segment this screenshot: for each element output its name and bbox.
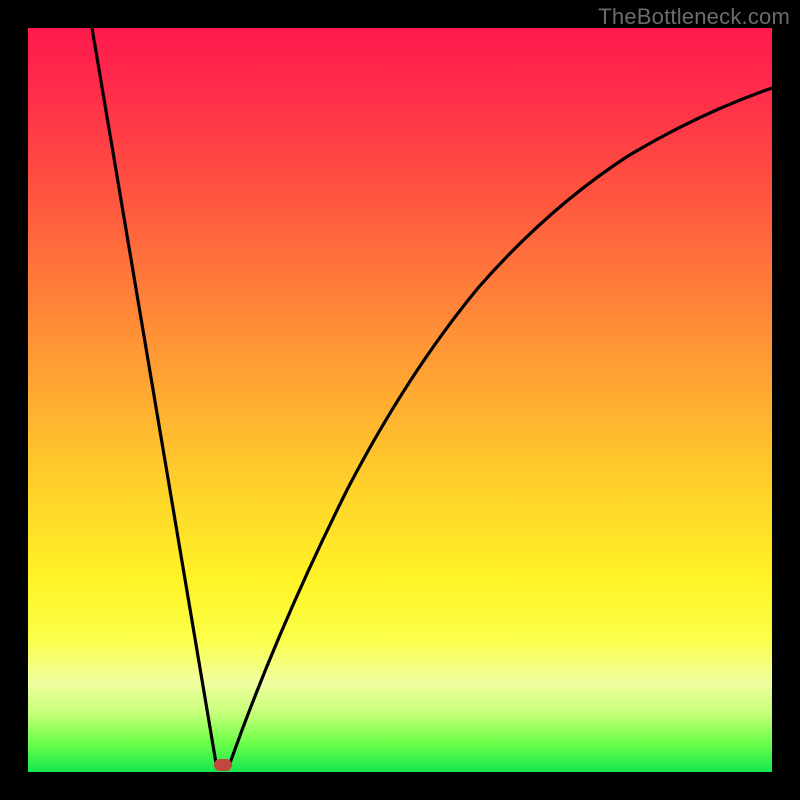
chart-frame: TheBottleneck.com xyxy=(0,0,800,800)
plot-area xyxy=(28,28,772,772)
bottleneck-curve xyxy=(89,28,772,768)
curve-svg xyxy=(28,28,772,772)
optimal-point-marker xyxy=(214,759,232,771)
watermark-text: TheBottleneck.com xyxy=(598,4,790,30)
